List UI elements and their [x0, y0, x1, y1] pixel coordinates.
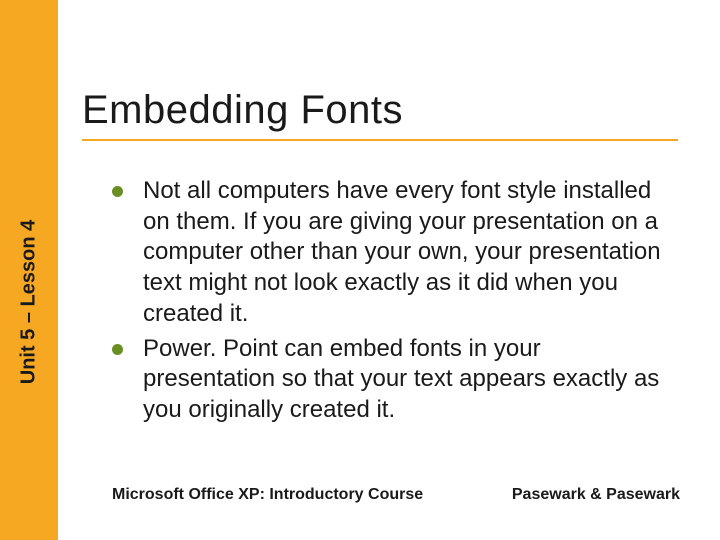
footer: Microsoft Office XP: Introductory Course… — [112, 486, 680, 504]
sidebar: Unit 5 – Lesson 4 — [0, 0, 58, 540]
slide-title: Embedding Fonts — [82, 88, 678, 141]
bullet-text: Not all computers have every font style … — [143, 176, 672, 330]
footer-right: Pasewark & Pasewark — [512, 486, 680, 504]
content-area: Not all computers have every font style … — [112, 176, 672, 430]
bullet-item: Not all computers have every font style … — [112, 176, 672, 330]
footer-left: Microsoft Office XP: Introductory Course — [112, 486, 423, 504]
slide: Unit 5 – Lesson 4 Embedding Fonts Not al… — [0, 0, 720, 540]
bullet-icon — [112, 344, 123, 355]
unit-lesson-label: Unit 5 – Lesson 4 — [18, 220, 41, 385]
bullet-item: Power. Point can embed fonts in your pre… — [112, 334, 672, 426]
bullet-icon — [112, 186, 123, 197]
bullet-text: Power. Point can embed fonts in your pre… — [143, 334, 672, 426]
